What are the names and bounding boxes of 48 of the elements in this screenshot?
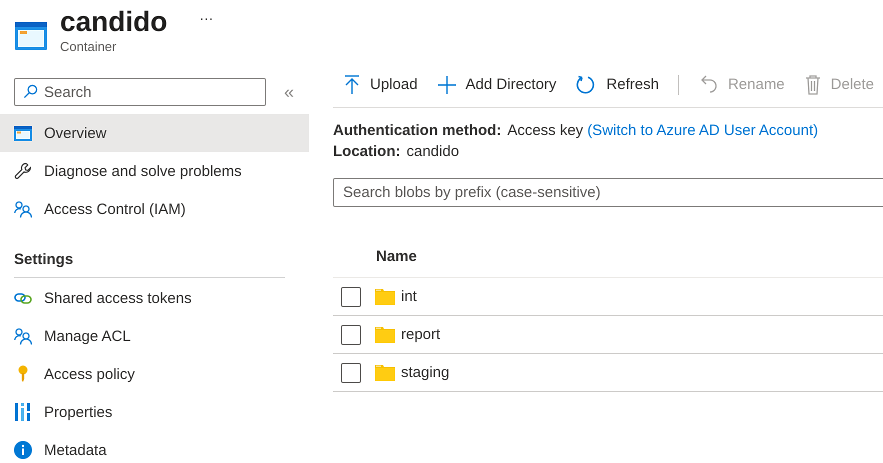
rename-icon — [700, 74, 718, 94]
refresh-icon — [576, 74, 596, 94]
nav-item[interactable]: Access Control (IAM) — [0, 190, 309, 228]
blob-search-field[interactable]: Search blobs by prefix (case-sensitive) — [333, 178, 883, 207]
search-icon — [23, 84, 38, 99]
folder-name[interactable]: report — [401, 326, 440, 343]
switch-account-link[interactable]: (Switch to Azure AD User Account) — [587, 122, 818, 139]
collapse-button[interactable]: « — [280, 82, 298, 102]
nav-item[interactable]: Manage ACL — [0, 317, 309, 355]
section-heading: Settings — [14, 251, 74, 268]
row-checkbox[interactable] — [341, 362, 361, 382]
column-header[interactable]: Name — [376, 248, 417, 264]
folder-name[interactable]: int — [401, 288, 417, 305]
nav-item[interactable]: Metadata — [0, 431, 309, 463]
more-button[interactable]: ··· — [193, 6, 220, 30]
row-checkbox[interactable] — [341, 324, 361, 344]
upload-icon — [344, 74, 360, 94]
info-label: Location: — [333, 143, 400, 160]
nav-item[interactable]: Access policy — [0, 355, 309, 393]
nav-item[interactable]: Shared access tokens — [0, 279, 309, 317]
info-label: Authentication method: — [333, 122, 502, 139]
info-value: Access key — [507, 122, 584, 139]
folder-name[interactable]: staging — [401, 364, 450, 381]
search-field[interactable]: Search — [14, 78, 266, 106]
toolbar-button[interactable]: Refresh — [565, 74, 668, 94]
container-icon — [14, 126, 32, 140]
row-checkbox[interactable] — [341, 286, 361, 306]
people-icon — [14, 200, 32, 218]
info-icon — [14, 441, 32, 459]
wrench-icon — [14, 162, 32, 180]
link-icon — [14, 292, 32, 304]
toolbar-button[interactable]: Upload — [333, 74, 427, 94]
people-icon — [14, 328, 32, 344]
folder-icon — [375, 288, 395, 304]
properties-icon — [15, 403, 31, 421]
folder-icon — [375, 364, 395, 380]
container-icon — [15, 22, 47, 50]
nav-item[interactable]: Diagnose and solve problems — [0, 152, 309, 190]
plus-icon — [438, 76, 456, 94]
container-subtitle: Container — [60, 39, 116, 54]
container-title: candido — [60, 6, 168, 38]
nav-item[interactable]: Overview — [0, 114, 309, 152]
nav-item[interactable]: Properties — [0, 393, 309, 431]
folder-icon — [375, 326, 395, 342]
info-value: candido — [406, 143, 460, 160]
toolbar-button[interactable]: Add Directory — [426, 76, 566, 94]
trash-icon — [804, 74, 821, 94]
key-icon — [18, 365, 28, 383]
